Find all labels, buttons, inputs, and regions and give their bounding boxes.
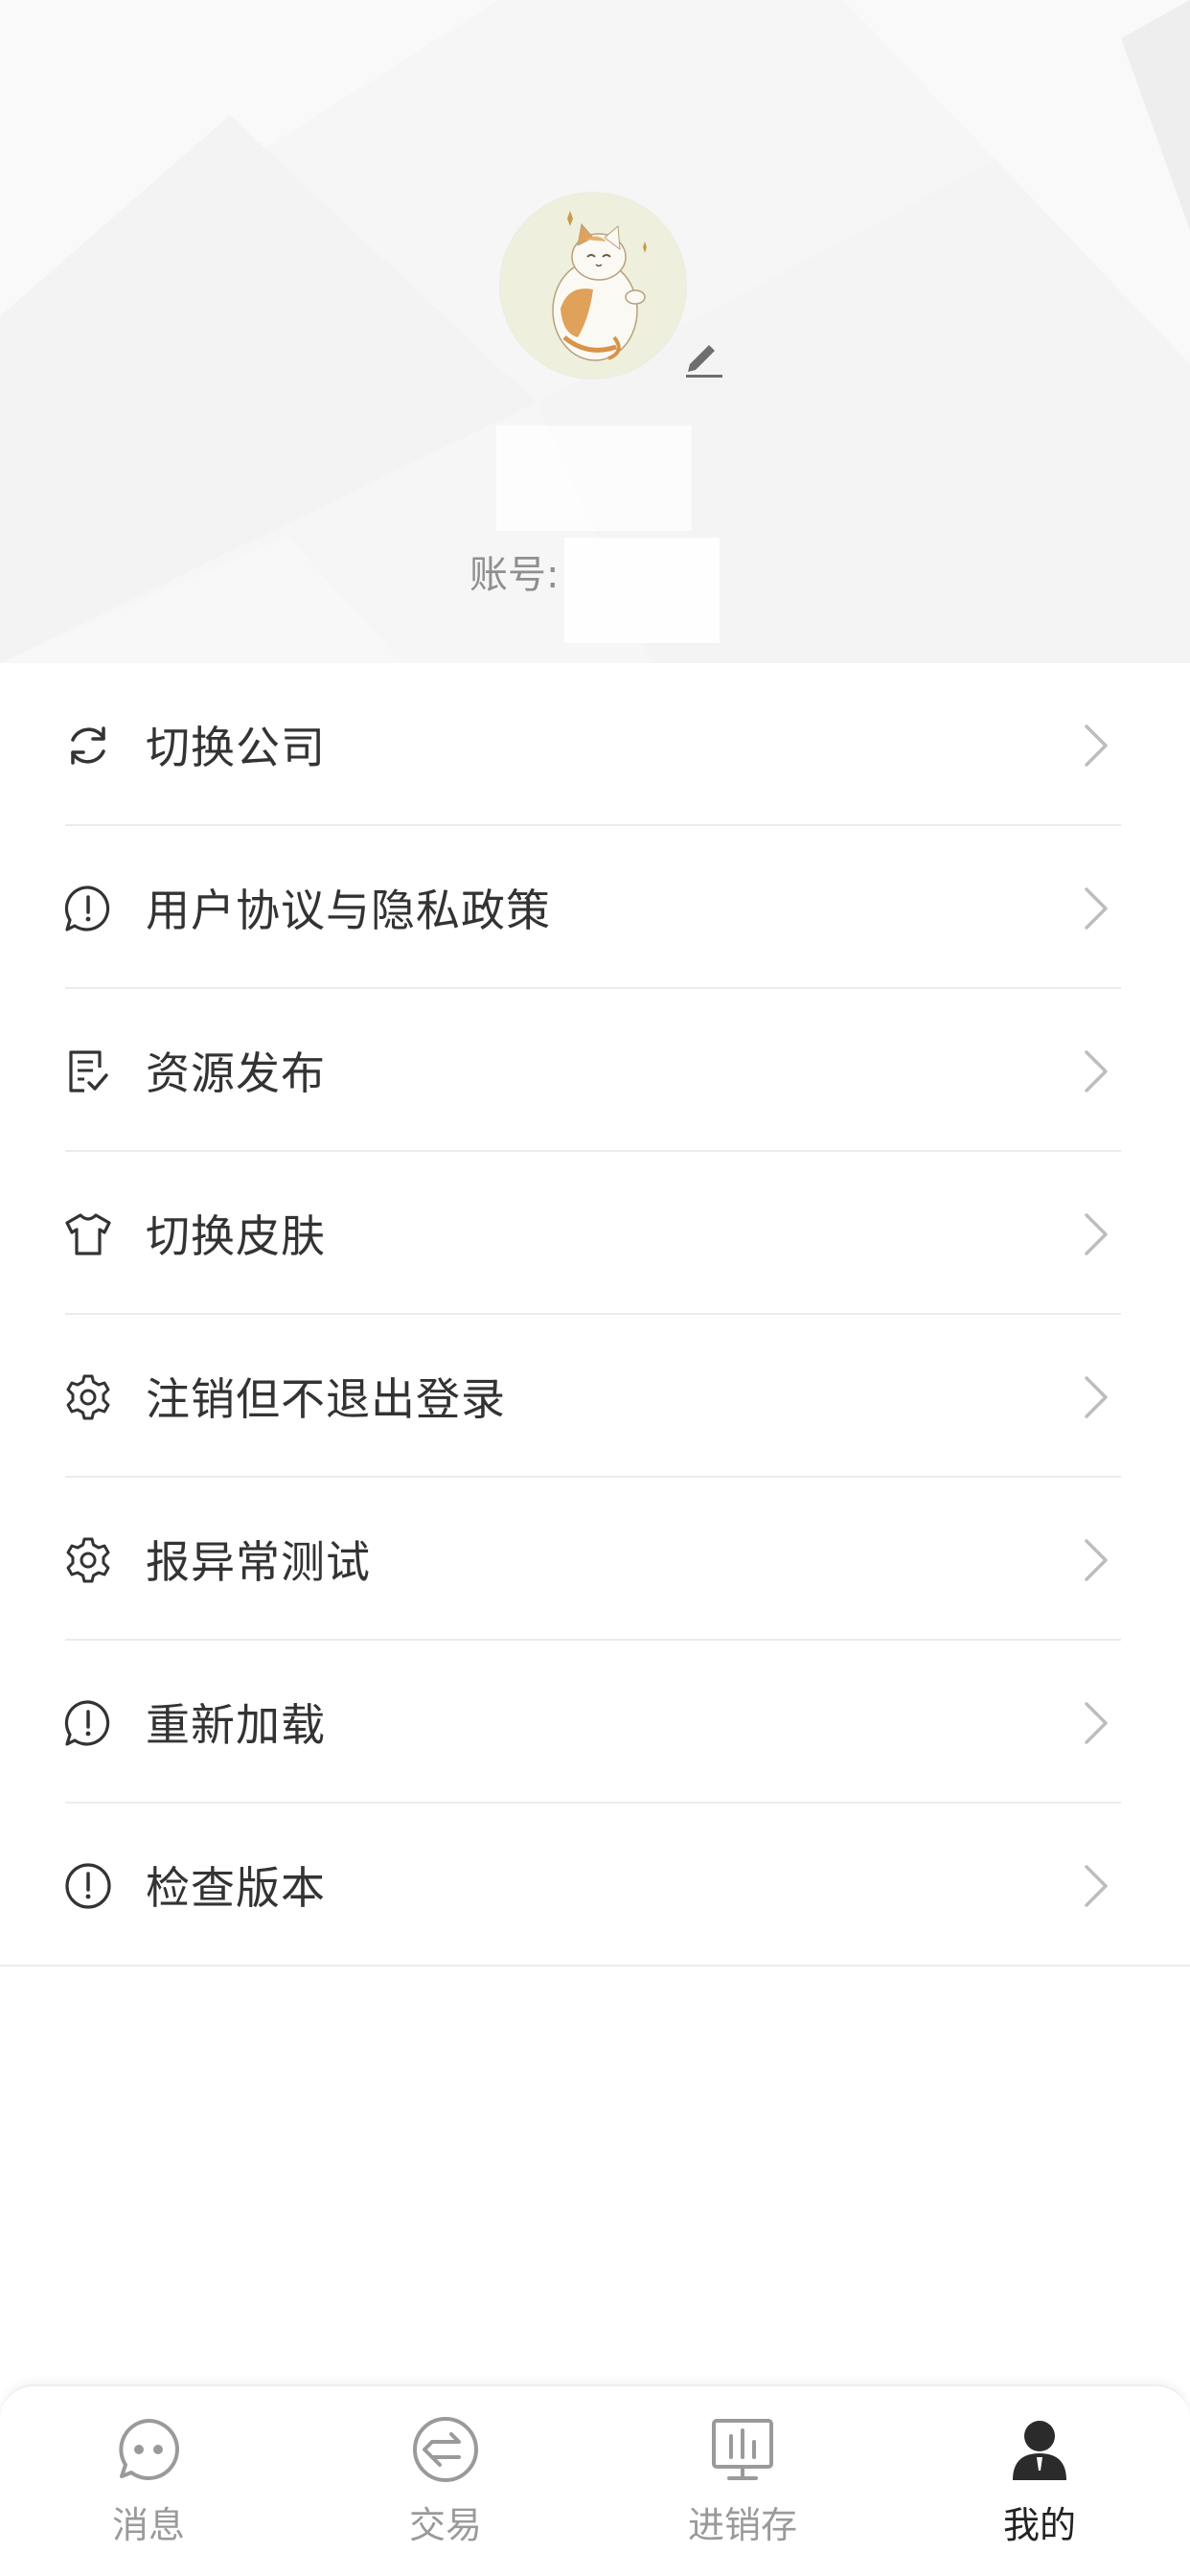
document-check-icon: [69, 1050, 108, 1092]
menu-item-label: 检查版本: [146, 1862, 326, 1914]
edit-pencil-icon[interactable]: [682, 335, 726, 380]
tab-inventory[interactable]: 进销存: [594, 2386, 891, 2576]
chevron-right-icon: [1085, 1539, 1108, 1581]
menu-item-label: 资源发布: [146, 1047, 326, 1099]
menu-item-check-version[interactable]: 检查版本: [0, 1804, 1190, 1966]
chevron-right-icon: [1085, 1376, 1108, 1418]
gear-icon: [66, 1537, 110, 1583]
person-icon: [1013, 2421, 1066, 2480]
exchange-icon: [413, 2417, 478, 2482]
chart-board-icon: [712, 2419, 773, 2480]
cat-avatar-image: [501, 194, 685, 378]
speech-alert-icon: [64, 1700, 110, 1746]
chevron-right-icon: [1085, 1050, 1108, 1092]
menu-item-report-exception-test[interactable]: 报异常测试: [0, 1478, 1190, 1641]
bottom-tab-bar: 消息 交易 进销存 我的: [0, 2384, 1190, 2576]
profile-page: 账号: 切换公司 用户协议与隐私政策 资源发布 切换皮肤 注销但不退出登录 报异…: [0, 0, 1190, 2576]
chevron-right-icon: [1085, 1213, 1108, 1255]
tab-mine[interactable]: 我的: [891, 2386, 1188, 2576]
speech-alert-icon: [64, 886, 110, 932]
account-row: 账号:: [469, 538, 721, 643]
chevron-right-icon: [1085, 887, 1108, 930]
menu-item-label: 重新加载: [146, 1699, 326, 1751]
menu-item-label: 切换公司: [146, 722, 326, 773]
menu-item-resource-publish[interactable]: 资源发布: [0, 989, 1190, 1152]
username-area: [496, 426, 692, 531]
account-label: 账号:: [469, 553, 560, 597]
tab-trade[interactable]: 交易: [297, 2386, 594, 2576]
menu-item-reload[interactable]: 重新加载: [0, 1641, 1190, 1804]
menu-item-label: 用户协议与隐私政策: [146, 885, 551, 936]
menu-item-label: 切换皮肤: [146, 1210, 326, 1262]
menu-item-label: 注销但不退出登录: [146, 1373, 506, 1425]
refresh-icon: [71, 726, 105, 765]
menu-item-logout-stay-signed-in[interactable]: 注销但不退出登录: [0, 1315, 1190, 1478]
menu-item-user-agreement-privacy[interactable]: 用户协议与隐私政策: [0, 826, 1190, 989]
account-value: [564, 538, 721, 643]
profile-header: 账号:: [0, 0, 1190, 663]
menu-item-switch-company[interactable]: 切换公司: [0, 663, 1190, 826]
avatar[interactable]: [501, 194, 685, 378]
tab-label: 交易: [408, 2504, 482, 2546]
chevron-right-icon: [1085, 724, 1108, 767]
chat-bubble-icon: [119, 2419, 179, 2480]
chevron-right-icon: [1085, 1702, 1108, 1744]
tab-label: 消息: [111, 2504, 185, 2546]
alert-circle-icon: [65, 1863, 111, 1909]
settings-menu: 切换公司 用户协议与隐私政策 资源发布 切换皮肤 注销但不退出登录 报异常测试 …: [0, 663, 1190, 1966]
menu-item-label: 报异常测试: [146, 1536, 371, 1588]
menu-item-switch-skin[interactable]: 切换皮肤: [0, 1152, 1190, 1315]
chevron-right-icon: [1085, 1865, 1108, 1907]
tab-label: 进销存: [687, 2504, 797, 2546]
gear-icon: [66, 1374, 110, 1420]
tshirt-icon: [65, 1213, 111, 1255]
tab-label: 我的: [1002, 2504, 1076, 2546]
tab-messages[interactable]: 消息: [0, 2386, 297, 2576]
